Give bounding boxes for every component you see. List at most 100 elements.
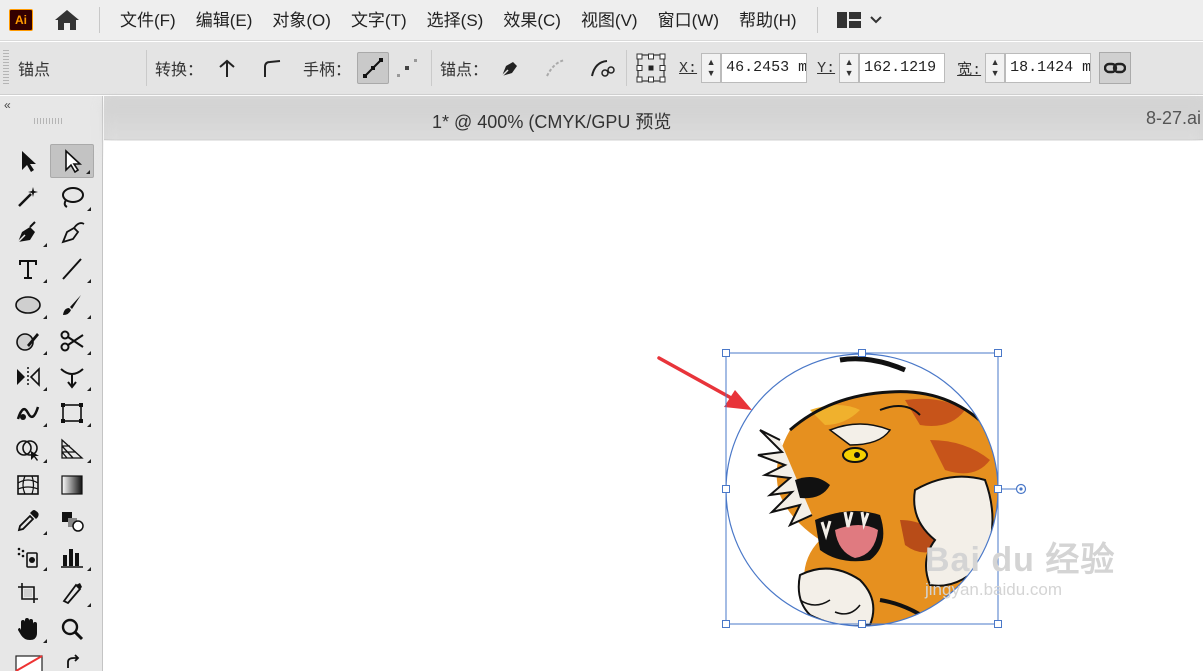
paintbrush-tool[interactable] xyxy=(50,288,94,322)
convert-to-smooth-button[interactable] xyxy=(255,52,287,84)
shape-builder-tool[interactable] xyxy=(6,432,50,466)
lasso-tool[interactable] xyxy=(50,180,94,214)
y-stepper[interactable]: ▲ ▼ xyxy=(839,53,860,83)
warp-tool[interactable] xyxy=(6,396,50,430)
hide-handles-button[interactable] xyxy=(391,52,423,84)
corner-point-icon xyxy=(219,59,235,77)
slice-tool[interactable] xyxy=(50,576,94,610)
anchors-label: 锚点： xyxy=(440,62,489,79)
shaper-tool[interactable] xyxy=(6,324,50,358)
swap-fill-stroke-button[interactable] xyxy=(50,650,94,671)
width-field[interactable]: 18.1424 m xyxy=(1005,53,1092,83)
width-icon xyxy=(60,368,84,389)
annotation-arrow xyxy=(657,356,752,410)
constrain-proportions-button[interactable] xyxy=(1099,52,1132,84)
document-tab-title[interactable]: 1* @ 400% (CMYK/GPU 预览 xyxy=(432,108,671,134)
connect-anchors-button[interactable] xyxy=(540,52,572,84)
width-tool[interactable] xyxy=(50,360,94,394)
menu-bar: Ai 文件(F) 编辑(E) 对象(O) 文字(T) 选择(S) 效果(C) 视… xyxy=(0,0,1203,41)
curvature-pen-icon xyxy=(61,222,85,244)
selection-context-label: 锚点 xyxy=(18,62,51,79)
panel-grip[interactable] xyxy=(34,118,64,124)
menu-separator xyxy=(816,7,818,33)
menu-select[interactable]: 选择(S) xyxy=(417,0,494,41)
symbol-sprayer-tool[interactable] xyxy=(6,540,50,574)
direct-selection-arrow-icon xyxy=(65,149,83,173)
ellipse-tool[interactable] xyxy=(6,288,50,322)
menu-help[interactable]: 帮助(H) xyxy=(729,0,807,41)
pen-tool[interactable] xyxy=(6,216,50,250)
smooth-point-icon xyxy=(264,60,281,77)
artboard-tool[interactable] xyxy=(6,576,50,610)
selection-tool[interactable] xyxy=(6,144,50,178)
hand-tool[interactable] xyxy=(6,612,50,646)
x-stepper[interactable]: ▲ ▼ xyxy=(701,53,722,83)
show-handles-button[interactable] xyxy=(357,52,390,84)
reference-point-button[interactable] xyxy=(635,52,667,84)
curvature-tool[interactable] xyxy=(50,216,94,250)
free-transform-icon xyxy=(61,403,83,423)
link-icon xyxy=(1104,62,1127,74)
chevron-down-icon xyxy=(869,16,882,24)
workspace-grid-icon xyxy=(836,12,861,28)
menu-edit[interactable]: 编辑(E) xyxy=(186,0,263,41)
type-icon xyxy=(19,260,37,279)
x-field[interactable]: 46.2453 m xyxy=(721,53,808,83)
y-label: Y: xyxy=(817,59,836,77)
watermark-url: jingyan.baidu.com xyxy=(925,580,1063,599)
convert-to-corner-button[interactable] xyxy=(211,52,243,84)
menu-type[interactable]: 文字(T) xyxy=(341,0,417,41)
control-separator xyxy=(146,50,147,86)
scissors-tool[interactable] xyxy=(50,324,94,358)
control-bar: 锚点 转换： 手柄： 锚点： X: ▲ ▼ 46.2453 m Y: ▲ ▼ 1… xyxy=(0,42,1203,95)
ellipse-icon xyxy=(15,296,41,314)
menu-file[interactable]: 文件(F) xyxy=(110,0,186,41)
free-transform-tool[interactable] xyxy=(50,396,94,430)
gradient-tool[interactable] xyxy=(50,468,94,502)
workspace-switcher[interactable] xyxy=(836,11,882,29)
tools-panel: « xyxy=(0,96,103,671)
handles-label: 手柄： xyxy=(303,62,352,79)
reflect-icon xyxy=(17,367,40,387)
mesh-icon xyxy=(17,475,39,495)
blend-tool[interactable] xyxy=(50,504,94,538)
menu-object[interactable]: 对象(O) xyxy=(262,0,341,41)
convert-label: 转换： xyxy=(155,62,204,79)
magic-wand-icon xyxy=(18,187,38,207)
direct-selection-tool[interactable] xyxy=(50,144,94,178)
document-tab-file[interactable]: 8-27.ai xyxy=(1146,108,1201,129)
selection-arrow-icon xyxy=(22,151,36,172)
scissors-icon xyxy=(60,330,84,352)
line-tool[interactable] xyxy=(50,252,94,286)
column-graph-tool[interactable] xyxy=(50,540,94,574)
mesh-tool[interactable] xyxy=(6,468,50,502)
shaper-icon xyxy=(16,333,39,351)
pen-icon xyxy=(17,221,36,243)
hide-handles-icon xyxy=(397,59,418,77)
menu-effect[interactable]: 效果(C) xyxy=(493,0,571,41)
menu-view[interactable]: 视图(V) xyxy=(571,0,648,41)
fill-none-swatch-icon xyxy=(15,655,43,671)
eyedropper-tool[interactable] xyxy=(6,504,50,538)
collapse-panel-icon[interactable]: « xyxy=(4,96,11,114)
fill-stroke-swatch[interactable] xyxy=(6,650,50,671)
cut-path-button[interactable] xyxy=(586,52,618,84)
menu-window[interactable]: 窗口(W) xyxy=(648,0,729,41)
paintbrush-icon xyxy=(63,295,81,315)
perspective-grid-tool[interactable] xyxy=(50,432,94,466)
control-bar-grip[interactable] xyxy=(3,50,9,86)
magic-wand-tool[interactable] xyxy=(6,180,50,214)
watermark-brand: Bai du 经验 xyxy=(925,541,1116,579)
reflect-tool[interactable] xyxy=(6,360,50,394)
width-label: 宽: xyxy=(957,61,982,79)
remove-anchor-button[interactable] xyxy=(494,52,526,84)
y-field[interactable]: 162.1219 xyxy=(859,53,946,83)
home-button[interactable] xyxy=(45,0,89,41)
warp-icon xyxy=(16,406,40,420)
width-stepper[interactable]: ▲ ▼ xyxy=(985,53,1006,83)
reference-point-icon xyxy=(636,53,666,83)
menu-separator xyxy=(99,7,100,33)
document-tab-bar: 1* @ 400% (CMYK/GPU 预览 8-27.ai xyxy=(104,96,1203,156)
zoom-tool[interactable] xyxy=(50,612,94,646)
type-tool[interactable] xyxy=(6,252,50,286)
